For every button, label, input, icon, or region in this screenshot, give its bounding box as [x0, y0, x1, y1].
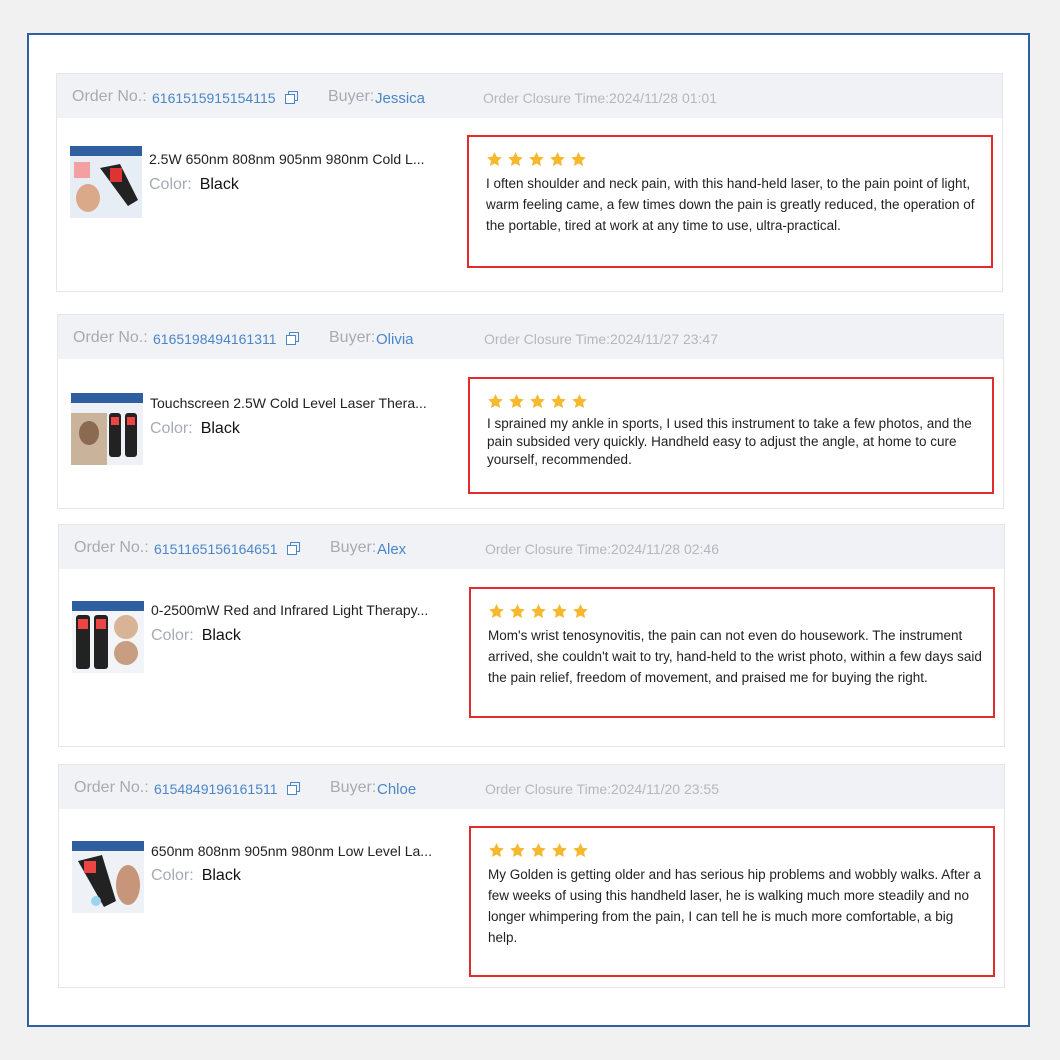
- star-icon: [552, 843, 567, 857]
- review-text: Mom's wrist tenosynovitis, the pain can …: [488, 628, 982, 685]
- product-title[interactable]: 650nm 808nm 905nm 980nm Low Level La...: [151, 843, 432, 859]
- order-number-label: Order No.:: [74, 779, 149, 796]
- star-rating: [488, 603, 983, 619]
- star-rating: [486, 151, 981, 167]
- star-icon: [509, 394, 524, 408]
- copy-icon[interactable]: [286, 332, 299, 345]
- buyer-label: Buyer:: [330, 539, 377, 556]
- star-icon: [573, 604, 588, 618]
- order-body: 650nm 808nm 905nm 980nm Low Level La... …: [59, 809, 1004, 987]
- review-text: I sprained my ankle in sports, I used th…: [487, 416, 972, 467]
- star-icon: [489, 843, 504, 857]
- star-icon: [488, 394, 503, 408]
- product-thumbnail[interactable]: [70, 146, 142, 218]
- star-icon: [531, 604, 546, 618]
- star-icon: [571, 152, 586, 166]
- order-closure-time: Order Closure Time:2024/11/28 01:01: [483, 90, 717, 106]
- buyer-label: Buyer:: [330, 779, 377, 796]
- star-icon: [510, 843, 525, 857]
- review-box: I sprained my ankle in sports, I used th…: [468, 377, 994, 494]
- star-icon: [529, 152, 544, 166]
- buyer-name[interactable]: Olivia: [376, 331, 414, 348]
- star-icon: [530, 394, 545, 408]
- star-icon: [552, 604, 567, 618]
- review-box: I often shoulder and neck pain, with thi…: [467, 135, 993, 268]
- star-icon: [510, 604, 525, 618]
- order-number[interactable]: 6154849196161511: [154, 781, 278, 797]
- order-header: Order No.: 6151165156164651 Buyer: Alex …: [59, 525, 1004, 569]
- product-title[interactable]: 0-2500mW Red and Infrared Light Therapy.…: [151, 602, 428, 618]
- order-body: 2.5W 650nm 808nm 905nm 980nm Cold L... C…: [57, 118, 1002, 291]
- color-label: Color:: [150, 420, 193, 437]
- product-color: Color: Black: [149, 176, 239, 194]
- product-thumbnail[interactable]: [71, 393, 143, 465]
- star-icon: [531, 843, 546, 857]
- color-label: Color:: [151, 627, 194, 644]
- product-color: Color: Black: [150, 420, 240, 438]
- order-closure-time: Order Closure Time:2024/11/20 23:55: [485, 781, 719, 797]
- color-value: Black: [201, 627, 241, 644]
- order-header: Order No.: 6161515915154115 Buyer: Jessi…: [57, 74, 1002, 118]
- order-number-label: Order No.:: [74, 539, 149, 556]
- order-closure-time: Order Closure Time:2024/11/28 02:46: [485, 541, 719, 557]
- order-review-panel: Order No.: 6161515915154115 Buyer: Jessi…: [27, 33, 1030, 1027]
- order-number[interactable]: 6165198494161311: [153, 331, 277, 347]
- order-number-label: Order No.:: [72, 88, 147, 105]
- review-box: My Golden is getting older and has serio…: [469, 826, 995, 977]
- order-card: Order No.: 6151165156164651 Buyer: Alex …: [58, 524, 1005, 747]
- star-icon: [573, 843, 588, 857]
- order-closure-time: Order Closure Time:2024/11/27 23:47: [484, 331, 718, 347]
- buyer-name[interactable]: Chloe: [377, 781, 416, 798]
- product-color: Color: Black: [151, 867, 241, 885]
- star-icon: [572, 394, 587, 408]
- color-value: Black: [201, 867, 241, 884]
- product-title[interactable]: Touchscreen 2.5W Cold Level Laser Thera.…: [150, 395, 427, 411]
- color-value: Black: [200, 420, 240, 437]
- order-number[interactable]: 6151165156164651: [154, 541, 278, 557]
- order-body: 0-2500mW Red and Infrared Light Therapy.…: [59, 569, 1004, 746]
- order-number[interactable]: 6161515915154115: [152, 90, 276, 106]
- order-header: Order No.: 6154849196161511 Buyer: Chloe…: [59, 765, 1004, 809]
- buyer-label: Buyer:: [329, 329, 376, 346]
- review-text: My Golden is getting older and has serio…: [488, 867, 982, 945]
- order-number-label: Order No.:: [73, 329, 148, 346]
- star-icon: [551, 394, 566, 408]
- color-value: Black: [199, 176, 239, 193]
- order-card: Order No.: 6161515915154115 Buyer: Jessi…: [56, 73, 1003, 292]
- buyer-name[interactable]: Jessica: [375, 90, 425, 107]
- order-card: Order No.: 6154849196161511 Buyer: Chloe…: [58, 764, 1005, 988]
- product-thumbnail[interactable]: [72, 601, 144, 673]
- product-thumbnail[interactable]: [72, 841, 144, 913]
- color-label: Color:: [149, 176, 192, 193]
- review-box: Mom's wrist tenosynovitis, the pain can …: [469, 587, 995, 718]
- product-color: Color: Black: [151, 627, 241, 645]
- order-header: Order No.: 6165198494161311 Buyer: Olivi…: [58, 315, 1003, 359]
- copy-icon[interactable]: [287, 542, 300, 555]
- order-card: Order No.: 6165198494161311 Buyer: Olivi…: [57, 314, 1004, 509]
- star-icon: [487, 152, 502, 166]
- review-text: I often shoulder and neck pain, with thi…: [486, 176, 975, 233]
- star-rating: [487, 393, 982, 409]
- copy-icon[interactable]: [285, 91, 298, 104]
- order-body: Touchscreen 2.5W Cold Level Laser Thera.…: [58, 359, 1003, 508]
- copy-icon[interactable]: [287, 782, 300, 795]
- color-label: Color:: [151, 867, 194, 884]
- product-title[interactable]: 2.5W 650nm 808nm 905nm 980nm Cold L...: [149, 151, 425, 167]
- buyer-label: Buyer:: [328, 88, 375, 105]
- buyer-name[interactable]: Alex: [377, 541, 406, 558]
- star-icon: [508, 152, 523, 166]
- star-icon: [550, 152, 565, 166]
- star-rating: [488, 842, 983, 858]
- star-icon: [489, 604, 504, 618]
